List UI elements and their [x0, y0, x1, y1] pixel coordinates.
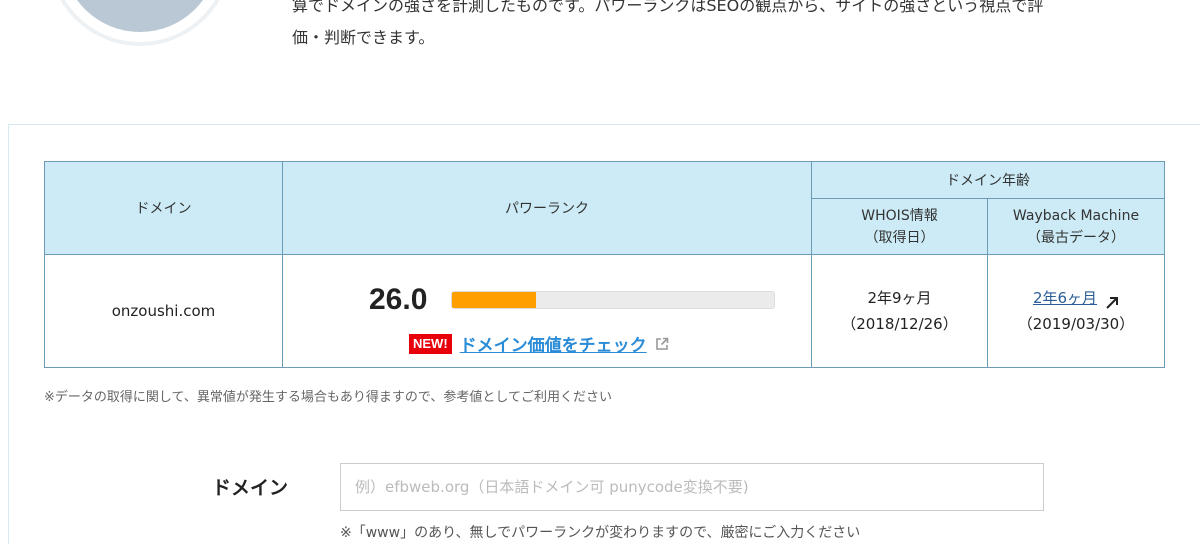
- power-rank-bar-fill: [452, 292, 536, 308]
- intro-line-1: 算でドメインの強さを計測したものです。パワーランクはSEOの観点から、サイトの強…: [292, 0, 1044, 15]
- new-badge: NEW!: [409, 333, 452, 354]
- header-whois-title: WHOIS情報: [861, 207, 938, 224]
- power-rank-score: 26.0: [369, 283, 428, 316]
- page: 算でドメインの強さを計測したものです。パワーランクはSEOの観点から、サイトの強…: [0, 0, 1200, 544]
- header-power-rank: パワーランク: [282, 161, 812, 255]
- intro-text: 算でドメインの強さを計測したものです。パワーランクはSEOの観点から、サイトの強…: [292, 0, 1162, 54]
- header-domain-age: ドメイン年齢: [811, 161, 1165, 199]
- intro-line-2: 価・判断できます。: [292, 28, 435, 47]
- domain-input-note: ※「www」のあり、無しでパワーランクが変わりますので、厳密にご入力ください: [340, 525, 861, 541]
- header-wayback-title: Wayback Machine: [1012, 207, 1140, 224]
- header-domain: ドメイン: [44, 161, 283, 255]
- header-whois: WHOIS情報 （取得日）: [811, 198, 988, 255]
- whois-age: 2年9ヶ月: [867, 289, 932, 307]
- header-wayback-sub: （最古データ）: [1027, 229, 1125, 246]
- wayback-age-link[interactable]: 2年6ヶ月: [1033, 289, 1097, 307]
- domain-value-check-link[interactable]: ドメイン価値をチェック: [460, 331, 647, 356]
- domain-check-line: NEW! ドメイン価値をチェック: [409, 331, 669, 356]
- whois-date: （2018/12/26）: [841, 315, 958, 333]
- domain-label: ドメイン: [212, 477, 289, 499]
- cell-whois: 2年9ヶ月 （2018/12/26）: [811, 254, 988, 368]
- table-row: onzoushi.com 26.0 NEW! ドメイン価値をチェック 2年9ヶ月…: [44, 254, 1165, 368]
- avatar-image: [62, 0, 218, 32]
- power-rank-bar: [451, 291, 775, 309]
- wayback-age-line: 2年6ヶ月: [988, 285, 1164, 311]
- cell-wayback: 2年6ヶ月 （2019/03/30）: [987, 254, 1165, 368]
- header-whois-sub: （取得日）: [864, 229, 935, 246]
- arrow-up-right-icon: [1105, 292, 1119, 309]
- power-rank-table: ドメイン パワーランク ドメイン年齢 WHOIS情報 （取得日） Wayback…: [44, 161, 1165, 368]
- avatar: [48, 0, 232, 46]
- domain-input[interactable]: [340, 463, 1044, 511]
- data-disclaimer-note: ※データの取得に関して、異常値が発生する場合もあり得ますので、参考値としてご利用…: [44, 390, 612, 405]
- wayback-date: （2019/03/30）: [1017, 315, 1135, 333]
- cell-power-rank: 26.0 NEW! ドメイン価値をチェック: [282, 254, 812, 368]
- cell-domain: onzoushi.com: [44, 254, 283, 368]
- header-wayback: Wayback Machine （最古データ）: [987, 198, 1165, 255]
- external-link-icon: [655, 337, 669, 351]
